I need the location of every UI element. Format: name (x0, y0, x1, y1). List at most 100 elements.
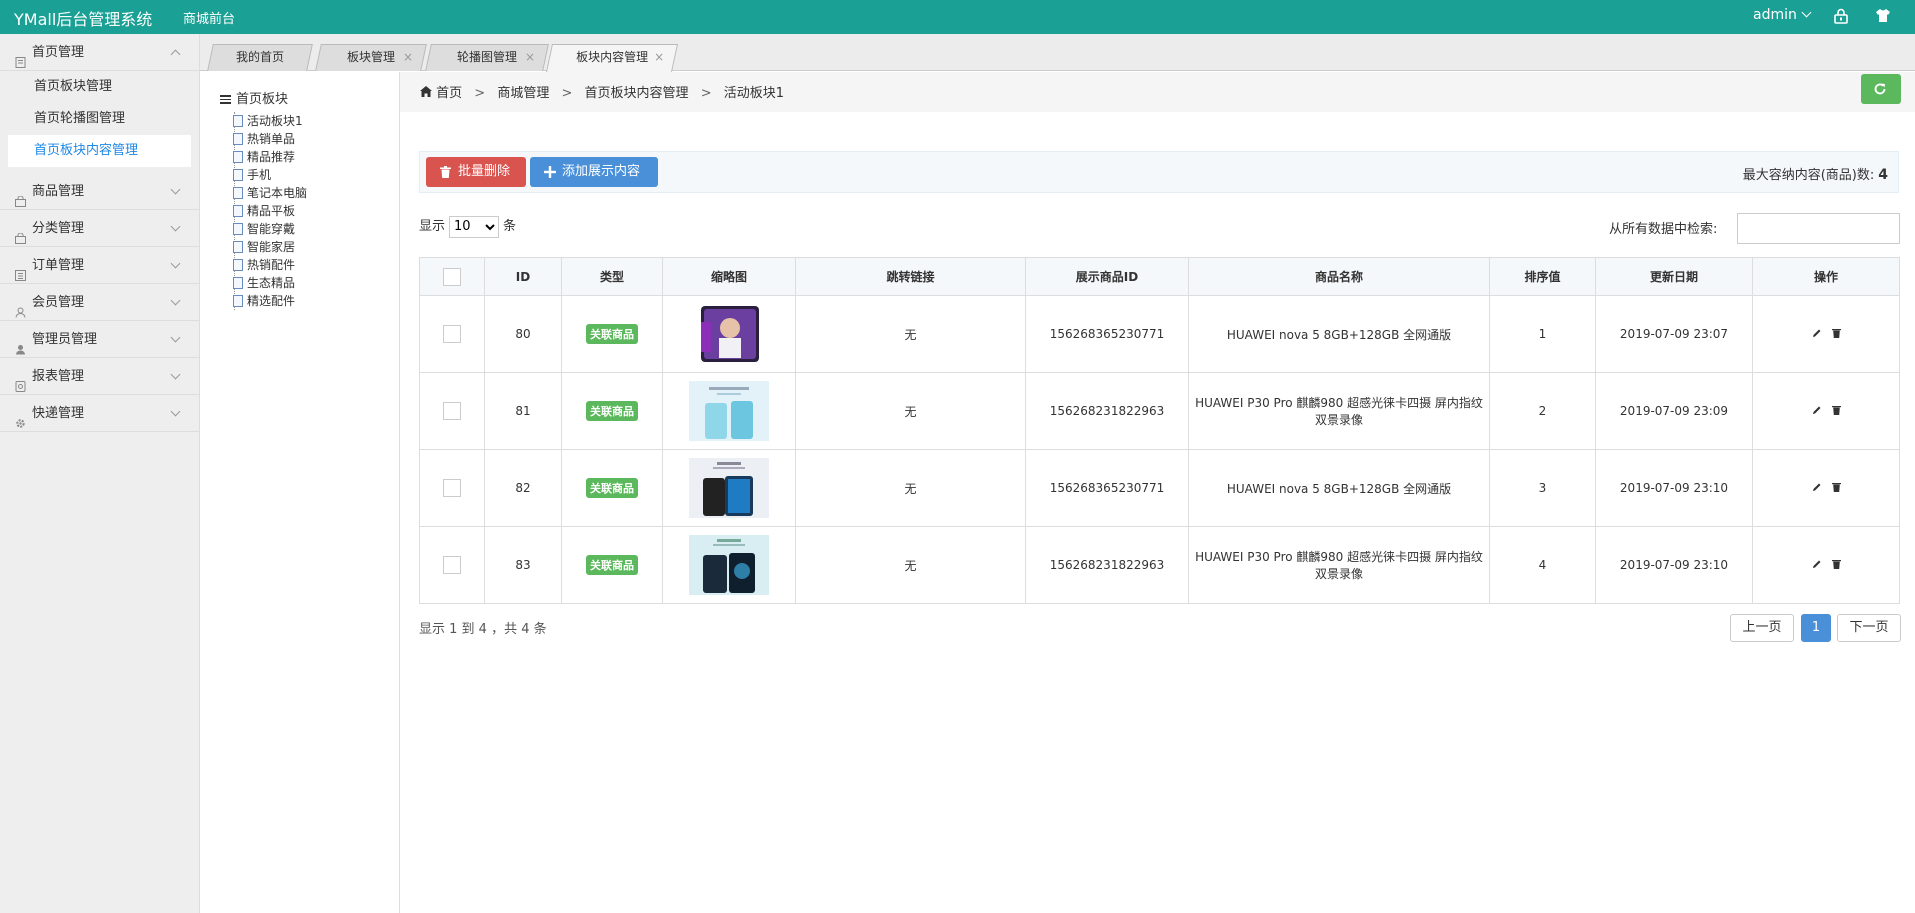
search-input[interactable] (1737, 213, 1900, 244)
tree-root[interactable]: 首页板块 (220, 88, 288, 107)
table-row: 81 关联商品 无 156268231822963 HUAWEI P30 Pro… (419, 372, 1900, 450)
sidebar-group-home[interactable]: 首页管理 (0, 34, 199, 71)
tree-item[interactable]: 笔记本电脑 (233, 184, 307, 202)
refresh-button[interactable] (1861, 74, 1901, 104)
edit-icon[interactable] (1812, 327, 1822, 341)
trash-icon[interactable] (1831, 327, 1841, 341)
product-thumbnail[interactable] (689, 304, 769, 364)
column-header[interactable]: 更新日期 (1595, 257, 1753, 296)
lock-icon[interactable] (1834, 8, 1848, 27)
row-checkbox[interactable] (443, 325, 461, 343)
breadcrumb-separator: > (474, 86, 486, 101)
add-content-button[interactable]: 添加展示内容 (530, 157, 658, 187)
document-icon (233, 258, 243, 271)
sidebar-group-orders[interactable]: 订单管理 (0, 247, 199, 284)
sidebar-item-section-mgmt[interactable]: 首页板块管理 (0, 71, 199, 103)
cell-product-name: HUAWEI nova 5 8GB+128GB 全网通版 (1188, 295, 1490, 373)
column-header[interactable]: 商品名称 (1188, 257, 1490, 296)
document-icon (233, 186, 243, 199)
prev-page-button[interactable]: 上一页 (1730, 614, 1794, 642)
product-thumbnail[interactable] (689, 381, 769, 441)
product-thumbnail[interactable] (689, 458, 769, 518)
trash-icon[interactable] (1831, 404, 1841, 418)
close-icon[interactable]: × (654, 45, 664, 70)
chevron-down-icon (170, 369, 181, 380)
column-header[interactable]: ID (484, 257, 562, 296)
breadcrumb-content-mgmt[interactable]: 首页板块内容管理 (585, 86, 689, 101)
trash-icon[interactable] (1831, 558, 1841, 572)
tree-item[interactable]: 智能家居 (233, 238, 307, 256)
document-icon (233, 132, 243, 145)
tree-item[interactable]: 精品平板 (233, 202, 307, 220)
tree-item[interactable]: 精品推荐 (233, 148, 307, 166)
close-icon[interactable]: × (403, 45, 413, 70)
sidebar-group-label: 首页管理 (32, 45, 85, 60)
cell-sort: 3 (1489, 449, 1596, 527)
user-name: admin (1753, 7, 1797, 23)
max-capacity-value: 4 (1878, 167, 1888, 183)
tree-item[interactable]: 热销配件 (233, 256, 307, 274)
breadcrumb: 首页 > 商城管理 > 首页板块内容管理 > 活动板块1 (420, 82, 784, 101)
sidebar-item-carousel-mgmt[interactable]: 首页轮播图管理 (0, 103, 199, 135)
document-icon (233, 150, 243, 163)
product-thumbnail[interactable] (689, 535, 769, 595)
tab-section-content[interactable]: 板块内容管理 × (546, 44, 678, 72)
shirt-icon[interactable] (1875, 8, 1891, 26)
cell-product-name: HUAWEI nova 5 8GB+128GB 全网通版 (1188, 449, 1490, 527)
row-checkbox[interactable] (443, 556, 461, 574)
tab-my-home[interactable]: 我的首页 (207, 44, 313, 71)
type-badge: 关联商品 (586, 555, 638, 575)
column-header[interactable]: 展示商品ID (1025, 257, 1189, 296)
trash-icon (440, 166, 451, 178)
user-menu[interactable]: admin (1753, 7, 1812, 23)
trash-icon[interactable] (1831, 481, 1841, 495)
tree-item[interactable]: 热销单品 (233, 130, 307, 148)
page-size-select[interactable]: 10 (449, 215, 500, 238)
cell-id: 83 (484, 526, 562, 604)
tree-item[interactable]: 智能穿戴 (233, 220, 307, 238)
tab-carousel-mgmt[interactable]: 轮播图管理 × (425, 44, 549, 71)
column-header: 操作 (1752, 257, 1900, 296)
sidebar-group-label: 管理员管理 (32, 332, 98, 347)
pagination-summary: 显示 1 到 4 ，共 4 条 (419, 622, 547, 637)
breadcrumb-mall[interactable]: 商城管理 (497, 86, 549, 101)
chevron-down-icon (170, 295, 181, 306)
next-page-button[interactable]: 下一页 (1837, 614, 1901, 642)
sidebar-group-express[interactable]: 快递管理 (0, 395, 199, 432)
table-row: 83 关联商品 无 156268231822963 HUAWEI P30 Pro… (419, 526, 1900, 604)
search-label: 从所有数据中检索: (1609, 222, 1718, 237)
page-1-button[interactable]: 1 (1801, 614, 1831, 642)
sidebar-group-reports[interactable]: 报表管理 (0, 358, 199, 395)
select-all-checkbox[interactable] (443, 267, 461, 286)
batch-delete-button[interactable]: 批量删除 (426, 157, 526, 187)
store-front-link[interactable]: 商城前台 (183, 8, 235, 27)
max-capacity: 最大容纳内容(商品)数: 4 (1743, 164, 1888, 183)
edit-icon[interactable] (1812, 481, 1822, 495)
sidebar-group-admins[interactable]: 管理员管理 (0, 321, 199, 358)
column-header[interactable]: 类型 (561, 257, 663, 296)
sidebar-item-section-content[interactable]: 首页板块内容管理 (8, 135, 191, 167)
tree-item[interactable]: 精选配件 (233, 292, 307, 310)
cell-product-id: 156268231822963 (1025, 526, 1189, 604)
sidebar-group-categories[interactable]: 分类管理 (0, 210, 199, 247)
home-icon (420, 86, 432, 101)
edit-icon[interactable] (1812, 558, 1822, 572)
row-checkbox[interactable] (443, 402, 461, 420)
edit-icon[interactable] (1812, 404, 1822, 418)
column-header[interactable]: 排序值 (1489, 257, 1596, 296)
close-icon[interactable]: × (525, 45, 535, 70)
tree-item[interactable]: 手机 (233, 166, 307, 184)
sidebar-group-label: 商品管理 (32, 184, 85, 199)
tree-item[interactable]: 活动板块1 (233, 112, 307, 130)
column-header[interactable]: 跳转链接 (795, 257, 1026, 296)
document-icon (233, 204, 243, 217)
tab-section-mgmt[interactable]: 板块管理 × (315, 44, 427, 71)
tree-item[interactable]: 生态精品 (233, 274, 307, 292)
gear-icon (15, 407, 26, 428)
breadcrumb-home[interactable]: 首页 (436, 86, 462, 101)
row-checkbox[interactable] (443, 479, 461, 497)
sidebar-group-members[interactable]: 会员管理 (0, 284, 199, 321)
cell-id: 81 (484, 372, 562, 450)
bag-icon (15, 222, 26, 244)
sidebar-group-products[interactable]: 商品管理 (0, 173, 199, 210)
